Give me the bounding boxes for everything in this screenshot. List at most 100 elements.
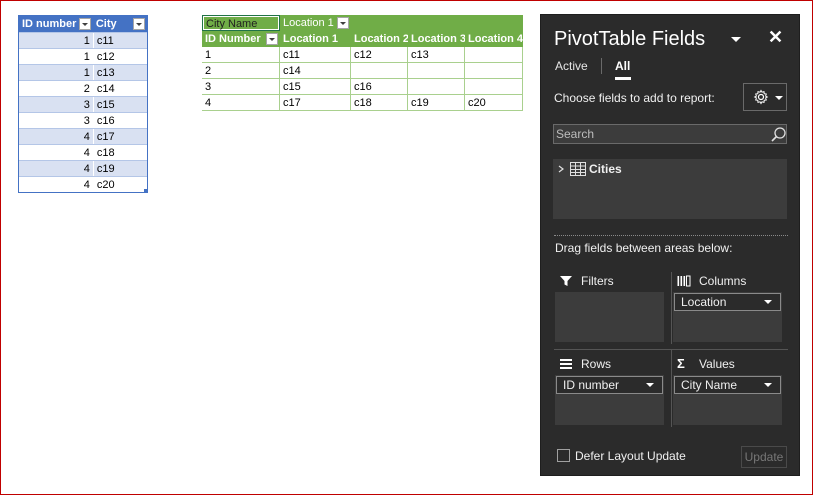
pivot-values-field-cell[interactable]: City Name: [202, 15, 280, 31]
pivot-table: City Name Location 1 ID Number Location …: [202, 15, 523, 111]
field-pill-label: Location: [681, 295, 727, 309]
pivot-col-header-1[interactable]: Location 1: [280, 31, 351, 47]
pivot-col-header-3[interactable]: Location 3: [408, 31, 465, 47]
filters-label: Filters: [581, 274, 614, 288]
chevron-down-icon: [775, 96, 783, 100]
cell-city[interactable]: c16: [92, 113, 147, 128]
pivot-row: 3 c15 c16: [202, 79, 523, 95]
chevron-down-icon[interactable]: [764, 300, 772, 304]
values-area[interactable]: City Name: [673, 375, 782, 425]
cell-id-number[interactable]: 3: [19, 97, 93, 112]
cell-id-number[interactable]: 4: [19, 145, 93, 160]
row-filter-dropdown-icon[interactable]: [266, 33, 278, 45]
pivot-value-cell[interactable]: c20: [465, 95, 523, 110]
pivot-value-cell[interactable]: [351, 63, 408, 78]
pivot-value-cell[interactable]: [408, 79, 465, 94]
pivot-value-cell[interactable]: [465, 47, 523, 62]
cell-city[interactable]: c18: [92, 145, 147, 160]
pivot-value-cell[interactable]: c11: [280, 47, 351, 62]
pivot-row-label[interactable]: 3: [202, 79, 280, 94]
chevron-down-icon[interactable]: [764, 383, 772, 387]
search-box[interactable]: [553, 124, 787, 144]
pivot-value-cell[interactable]: [465, 79, 523, 94]
pivot-header-row: ID Number Location 1 Location 2 Location…: [202, 31, 523, 47]
pivot-value-cell[interactable]: c12: [351, 47, 408, 62]
cell-id-number[interactable]: 4: [19, 177, 93, 192]
column-header-city[interactable]: City: [93, 16, 147, 32]
pivot-filter-row: City Name Location 1: [202, 15, 523, 31]
filter-dropdown-icon[interactable]: [78, 18, 91, 30]
tab-separator: [601, 58, 602, 74]
filters-area[interactable]: [555, 292, 664, 342]
pivot-value-cell[interactable]: c19: [408, 95, 465, 110]
pivot-value-cell[interactable]: c14: [280, 63, 351, 78]
column-header-id-number[interactable]: ID number: [19, 16, 93, 32]
rows-label: Rows: [581, 357, 612, 371]
area-divider: [671, 349, 672, 427]
close-icon[interactable]: ✕: [768, 27, 783, 48]
cell-id-number[interactable]: 2: [19, 81, 93, 96]
pivot-value-cell[interactable]: c13: [408, 47, 465, 62]
tools-button[interactable]: [743, 83, 787, 111]
section-divider: [554, 235, 788, 236]
pivot-row-header-label: ID Number: [205, 33, 261, 45]
table-row: 4 c20: [19, 176, 147, 192]
table-resize-handle[interactable]: [144, 189, 147, 192]
pivot-value-cell[interactable]: c17: [280, 95, 351, 110]
pivot-value-cell[interactable]: c18: [351, 95, 408, 110]
columns-area-header: Columns: [677, 274, 746, 288]
pivot-col-header-2[interactable]: Location 2: [351, 31, 408, 47]
defer-layout-label[interactable]: Defer Layout Update: [575, 449, 686, 463]
field-item-cities[interactable]: Cities: [557, 161, 622, 177]
pivottable-fields-pane: PivotTable Fields ✕ Active All Choose fi…: [540, 14, 800, 476]
filter-dropdown-icon[interactable]: [133, 18, 145, 30]
cell-city[interactable]: c20: [92, 177, 147, 192]
cell-id-number[interactable]: 1: [19, 33, 93, 48]
cell-city[interactable]: c12: [92, 49, 147, 64]
cell-id-number[interactable]: 3: [19, 113, 93, 128]
drag-fields-label: Drag fields between areas below:: [555, 241, 733, 255]
tab-all[interactable]: All: [615, 59, 630, 73]
pivot-row-label[interactable]: 4: [202, 95, 280, 110]
columns-field-location[interactable]: Location: [674, 293, 781, 311]
update-button[interactable]: Update: [741, 446, 787, 468]
tab-active[interactable]: Active: [555, 59, 588, 73]
table-row: 3 c16: [19, 112, 147, 128]
pivot-value-cell[interactable]: [465, 63, 523, 78]
column-filter-dropdown-icon[interactable]: [337, 17, 349, 29]
pivot-value-cell[interactable]: c16: [351, 79, 408, 94]
chevron-right-icon[interactable]: [557, 165, 565, 173]
rows-area[interactable]: ID number: [555, 375, 664, 425]
cell-city[interactable]: c11: [92, 33, 147, 48]
search-icon[interactable]: [770, 126, 787, 143]
cell-id-number[interactable]: 4: [19, 129, 93, 144]
cell-city[interactable]: c19: [92, 161, 147, 176]
columns-area[interactable]: Location: [673, 292, 782, 342]
table-row: 1 c13: [19, 64, 147, 80]
pivot-row-label[interactable]: 2: [202, 63, 280, 78]
cell-id-number[interactable]: 1: [19, 49, 93, 64]
pivot-column-field-cell[interactable]: Location 1: [280, 15, 351, 31]
cell-city[interactable]: c14: [92, 81, 147, 96]
choose-fields-label: Choose fields to add to report:: [554, 91, 715, 105]
values-area-header: Σ Values: [677, 357, 735, 371]
pivot-value-cell[interactable]: c15: [280, 79, 351, 94]
cell-city[interactable]: c17: [92, 129, 147, 144]
search-input[interactable]: [554, 125, 764, 143]
cell-id-number[interactable]: 4: [19, 161, 93, 176]
table-row: 1 c12: [19, 48, 147, 64]
cell-id-number[interactable]: 1: [19, 65, 93, 80]
rows-field-id-number[interactable]: ID number: [556, 376, 663, 394]
pivot-value-cell[interactable]: [408, 63, 465, 78]
cell-city[interactable]: c15: [92, 97, 147, 112]
values-field-city-name[interactable]: City Name: [674, 376, 781, 394]
pivot-row-header[interactable]: ID Number: [202, 31, 280, 47]
source-table-header: ID number City: [19, 16, 147, 32]
pivot-row-label[interactable]: 1: [202, 47, 280, 62]
pane-options-chevron-icon[interactable]: [730, 34, 742, 46]
cell-city[interactable]: c13: [92, 65, 147, 80]
rows-area-header: Rows: [559, 357, 611, 371]
pivot-col-header-4[interactable]: Location 4: [465, 31, 523, 47]
defer-layout-checkbox[interactable]: [557, 449, 570, 462]
chevron-down-icon[interactable]: [646, 383, 654, 387]
